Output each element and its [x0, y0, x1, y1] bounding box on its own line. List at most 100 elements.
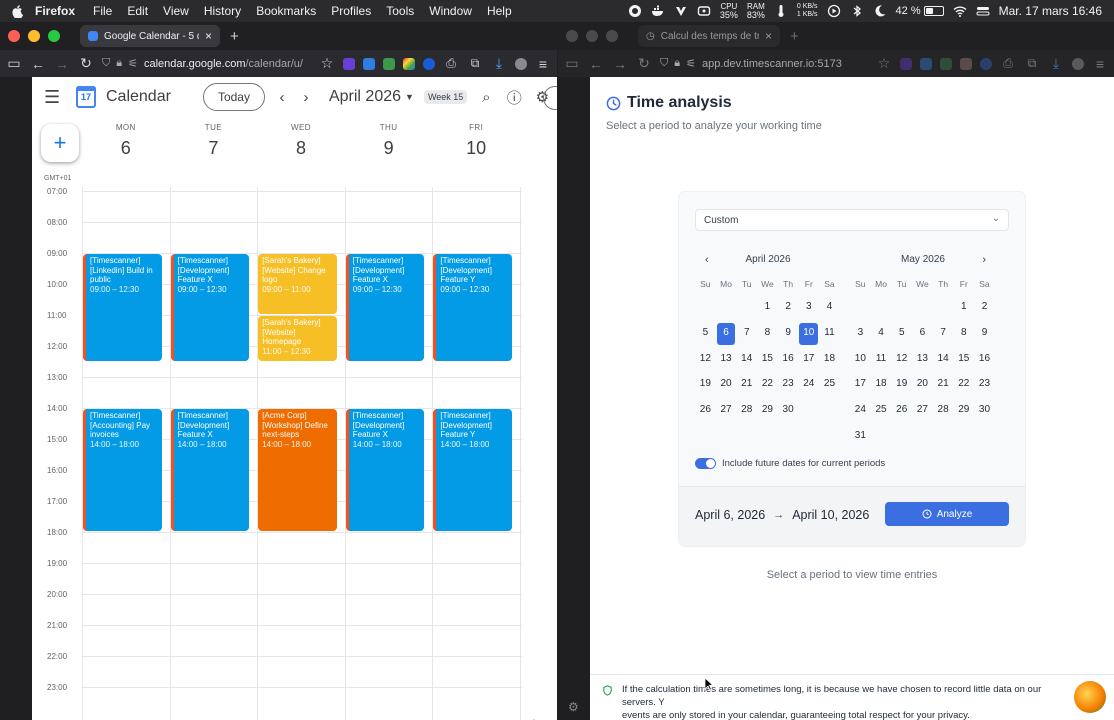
day-number[interactable]: 10	[432, 138, 520, 159]
close-window-button[interactable]	[566, 30, 578, 42]
minimize-window-button[interactable]	[586, 30, 598, 42]
calendar-day[interactable]: 20	[717, 374, 736, 396]
calendar-day[interactable]: 9	[779, 323, 798, 345]
calendar-day[interactable]: 18	[820, 349, 839, 371]
docker-icon[interactable]	[651, 4, 665, 18]
calendar-day[interactable]: 28	[934, 400, 953, 422]
print-icon[interactable]: ⎙	[443, 56, 459, 71]
calendar-day[interactable]: 31	[851, 426, 870, 448]
side-panel-collapse-icon[interactable]: ›	[533, 716, 536, 720]
day-number[interactable]: 7	[170, 138, 258, 159]
calendar-day[interactable]: 8	[758, 323, 777, 345]
today-button[interactable]: Today	[202, 83, 265, 111]
calendar-day[interactable]: 30	[779, 400, 798, 422]
sidebar-toggle-icon[interactable]: ▭	[564, 55, 580, 72]
menu-file[interactable]: File	[93, 4, 112, 18]
calendar-day[interactable]: 19	[892, 374, 911, 396]
focus-moon-icon[interactable]	[873, 4, 887, 18]
calendar-day[interactable]: 5	[696, 323, 715, 345]
new-tab-button[interactable]: +	[230, 28, 239, 45]
close-window-button[interactable]	[8, 30, 20, 42]
menubar-clock[interactable]: Mar. 17 mars 16:46	[999, 4, 1102, 18]
day-header-mon[interactable]: MON 6	[82, 123, 170, 159]
site-settings-icon[interactable]: ⚟	[686, 57, 696, 70]
calendar-event[interactable]: [Timescanner] [Development] Feature Y 14…	[433, 409, 512, 531]
calendar-day[interactable]: 4	[872, 323, 891, 345]
calendar-day[interactable]: 2	[975, 297, 994, 319]
month-label[interactable]: April 2026	[329, 88, 401, 106]
calendar-day[interactable]: 8	[954, 323, 973, 345]
calendar-day[interactable]: 21	[934, 374, 953, 396]
calendar-event[interactable]: [Sarah's Bakery] [Website] Change logo 0…	[258, 254, 337, 314]
back-icon[interactable]: ←	[30, 56, 46, 72]
calendar-day[interactable]: 16	[779, 349, 798, 371]
record-icon[interactable]	[628, 4, 642, 18]
previous-month-icon[interactable]: ‹	[705, 251, 709, 269]
extension-blue-icon[interactable]	[363, 57, 375, 70]
main-menu-icon[interactable]: ☰	[44, 87, 66, 108]
calendar-day[interactable]: 16	[975, 349, 994, 371]
calendar-day[interactable]: 6	[716, 322, 736, 345]
calendar-day[interactable]: 7	[934, 323, 953, 345]
month-dropdown-icon[interactable]: ▼	[405, 92, 414, 102]
network-stat[interactable]: 0 KB/s 1 KB/s	[797, 3, 818, 19]
calendar-day[interactable]: 24	[799, 374, 818, 396]
calendar-event[interactable]: [Timescanner] [Linkedin] Build in public…	[83, 254, 162, 361]
future-dates-toggle[interactable]	[695, 458, 716, 469]
minimize-window-button[interactable]	[28, 30, 40, 42]
day-number[interactable]: 6	[82, 138, 170, 159]
wifi-icon[interactable]	[953, 4, 967, 18]
calendar-day[interactable]: 23	[975, 374, 994, 396]
day-header-fri[interactable]: FRI 10	[432, 123, 520, 159]
calendar-event[interactable]: [Timescanner] [Accounting] Pay invoices …	[83, 409, 162, 531]
next-week-icon[interactable]: ›	[299, 89, 313, 106]
sidebar-settings-gear-icon[interactable]: ⚙	[568, 700, 579, 714]
calendar-day[interactable]: 11	[872, 349, 891, 371]
calendar-day[interactable]: 27	[717, 400, 736, 422]
menu-help[interactable]: Help	[487, 4, 512, 18]
menu-bookmarks[interactable]: Bookmarks	[256, 4, 316, 18]
calendar-day[interactable]: 29	[954, 400, 973, 422]
calendar-day[interactable]: 22	[954, 374, 973, 396]
play-circle-icon[interactable]	[827, 4, 841, 18]
reload-icon[interactable]: ↻	[78, 55, 94, 72]
calendar-day[interactable]: 27	[913, 400, 932, 422]
lock-icon[interactable]: 🔒︎	[116, 57, 122, 70]
thermometer-icon[interactable]	[774, 4, 788, 18]
calendar-day[interactable]: 4	[820, 297, 839, 319]
calendar-day[interactable]: 10	[851, 349, 870, 371]
menu-app-firefox[interactable]: Firefox	[35, 4, 75, 18]
create-event-button[interactable]: +	[41, 124, 79, 162]
bluetooth-icon[interactable]	[850, 4, 864, 18]
menu-tools[interactable]: Tools	[386, 4, 414, 18]
menu-window[interactable]: Window	[429, 4, 472, 18]
calendar-day[interactable]: 14	[737, 349, 756, 371]
download-icon[interactable]: ⤓	[491, 55, 507, 72]
zoom-window-button[interactable]	[606, 30, 618, 42]
calendar-day[interactable]: 26	[892, 400, 911, 422]
url-bar[interactable]: ⛉ 🔒︎ ⚟ app.dev.timescanner.io:5173	[660, 57, 868, 70]
extensions-puzzle-icon[interactable]: ⧉	[467, 56, 483, 71]
tab-google-calendar[interactable]: Google Calendar - 5 days, start ×	[80, 25, 220, 47]
calendar-day[interactable]: 10	[799, 322, 819, 345]
tab-timescanner[interactable]: ◷ Calcul des temps de travail - Ti ×	[638, 25, 780, 47]
control-center-icon[interactable]	[976, 4, 990, 18]
drive-icon[interactable]	[697, 4, 711, 18]
calendar-day[interactable]: 14	[934, 349, 953, 371]
menu-profiles[interactable]: Profiles	[331, 4, 371, 18]
calendar-day[interactable]: 23	[779, 374, 798, 396]
tab-close-icon[interactable]: ×	[205, 29, 212, 43]
forward-icon[interactable]: →	[54, 56, 70, 72]
new-tab-button[interactable]: +	[790, 28, 799, 45]
day-header-thu[interactable]: THU 9	[345, 123, 433, 159]
calendar-event[interactable]: [Timescanner] [Development] Feature X 09…	[170, 254, 250, 361]
zoom-window-button[interactable]	[48, 30, 60, 42]
chat-widget-avatar[interactable]	[1074, 681, 1106, 713]
extension-green-icon[interactable]	[383, 57, 395, 70]
calendar-day[interactable]: 19	[696, 374, 715, 396]
back-icon[interactable]: ←	[588, 56, 604, 72]
calendar-day[interactable]: 2	[779, 297, 798, 319]
calendar-event[interactable]: [Acme Corp] [Workshop] Define next-steps…	[258, 409, 337, 531]
lock-icon[interactable]: 🔒︎	[674, 57, 680, 70]
extension-green-icon[interactable]	[940, 57, 952, 70]
